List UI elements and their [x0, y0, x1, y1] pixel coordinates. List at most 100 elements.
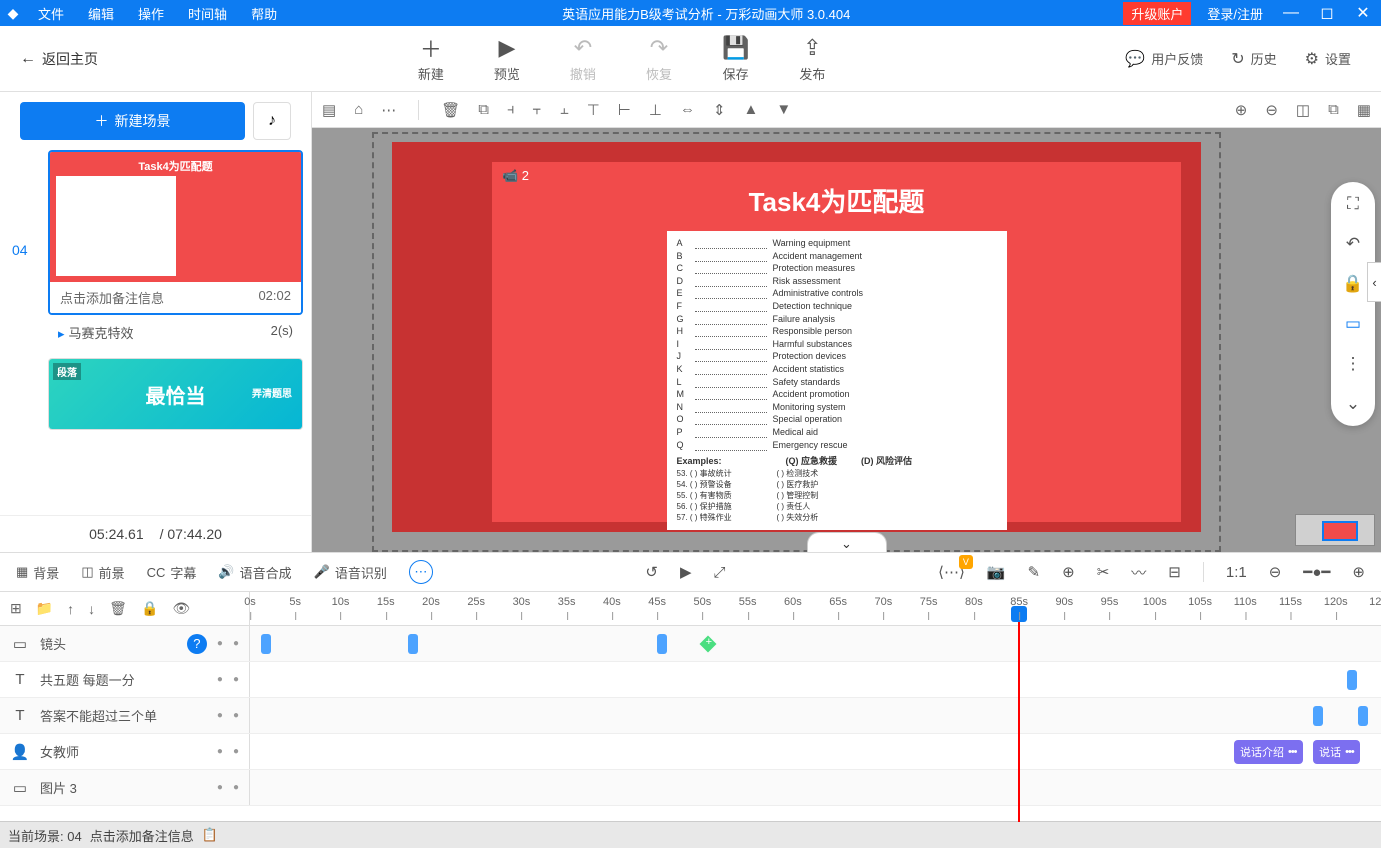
ratio-icon[interactable]: 1:1	[1226, 564, 1247, 581]
timeline-clip[interactable]	[1313, 706, 1323, 726]
scene-item[interactable]: 段落 最恰当 弄清题思	[8, 358, 303, 430]
tts-button[interactable]: 🔊语音合成	[218, 563, 291, 582]
history-button[interactable]: ↻历史	[1231, 49, 1276, 69]
track-body[interactable]	[250, 662, 1381, 697]
align-middle-icon[interactable]: ⊢	[618, 101, 631, 119]
align-center-icon[interactable]: ⫟	[533, 101, 542, 118]
track-row[interactable]: ▭镜头?●●	[0, 626, 1381, 662]
undo-icon[interactable]: ↶	[1346, 234, 1360, 254]
folder-icon[interactable]: 📁	[36, 600, 53, 617]
menu-operate[interactable]: 操作	[126, 4, 176, 23]
play-icon[interactable]: ▶	[680, 563, 692, 581]
asr-button[interactable]: 🎤语音识别	[314, 563, 387, 582]
menu-timeline[interactable]: 时间轴	[176, 4, 239, 23]
zoom-out-icon[interactable]: ⊖	[1265, 101, 1278, 119]
timeline-clip[interactable]	[657, 634, 667, 654]
align-left-icon[interactable]: ⫞	[507, 101, 515, 118]
feedback-button[interactable]: 💬用户反馈	[1125, 49, 1203, 69]
maximize-button[interactable]: ◻	[1309, 3, 1345, 23]
lock-icon[interactable]: 🔒	[1342, 274, 1363, 294]
new-button[interactable]: ＋新建	[418, 34, 444, 83]
track-row[interactable]: 👤女教师●●说话介绍•••说话•••	[0, 734, 1381, 770]
subtitle-button[interactable]: CC字幕	[147, 563, 197, 582]
track-row[interactable]: ▭图片 3●●	[0, 770, 1381, 806]
wave-icon[interactable]: 〰	[1131, 562, 1146, 583]
zoom-in-icon[interactable]: ⊕	[1352, 563, 1365, 581]
minimap[interactable]	[1295, 514, 1375, 546]
down-icon[interactable]: ↓	[88, 601, 95, 617]
new-scene-button[interactable]: ＋新建场景	[20, 102, 245, 140]
speech-clip[interactable]: 说话介绍•••	[1234, 740, 1303, 764]
scene-note-placeholder[interactable]: 点击添加备注信息	[60, 288, 164, 307]
publish-button[interactable]: ⇪发布	[799, 34, 825, 83]
upgrade-account-button[interactable]: 升级账户	[1123, 2, 1191, 25]
canvas-collapse-handle[interactable]: ⌄	[807, 532, 887, 552]
keyframe-add[interactable]	[700, 636, 717, 653]
send-back-icon[interactable]: ▼	[776, 101, 791, 118]
track-body[interactable]	[250, 770, 1381, 805]
align-right-icon[interactable]: ⫠	[560, 101, 569, 118]
dots-icon[interactable]: ⋮	[1345, 354, 1362, 374]
expand-icon[interactable]: ⤢	[714, 564, 726, 581]
fullscreen-icon[interactable]: ⛶	[1347, 194, 1359, 214]
rewind-icon[interactable]: ↺	[645, 563, 658, 581]
layers-icon[interactable]: ▤	[322, 101, 336, 119]
menu-edit[interactable]: 编辑	[76, 4, 126, 23]
marker-icon[interactable]: ⟨⋯⟩	[938, 563, 965, 581]
timeline-clip[interactable]	[1358, 706, 1368, 726]
chevron-down-icon[interactable]: ⌄	[1346, 394, 1360, 414]
stage[interactable]: 📹 2 Task4为匹配题 AWarning equipmentBAcciden…	[392, 142, 1201, 532]
trash-icon[interactable]: 🗑	[109, 600, 127, 617]
more-icon[interactable]: ⋯	[381, 101, 396, 119]
scene-item[interactable]: 04 Task4为匹配题 点击添加备注信息 02:02 ▸马赛克特效 2(s)	[8, 150, 303, 350]
zoom-in-icon[interactable]: ⊕	[1235, 101, 1248, 119]
zoom-out-icon[interactable]: ⊖	[1269, 563, 1282, 581]
fit-icon[interactable]: ◫	[1296, 101, 1310, 119]
display-icon[interactable]: ▭	[1345, 314, 1361, 334]
preview-button[interactable]: ▶预览	[494, 34, 520, 83]
canvas-area[interactable]: ▤ ⌂ ⋯ 🗑 ⧉ ⫞ ⫟ ⫠ ⊤ ⊢ ⊥ ⇔ ⇕ ▲ ▼ ⊕ ⊖ ◫ ⧉ ▦	[312, 92, 1381, 552]
distribute-v-icon[interactable]: ⇕	[713, 101, 726, 119]
redo-button[interactable]: ↷恢复	[646, 34, 672, 83]
duplicate-icon[interactable]: ⧉	[478, 101, 489, 118]
back-home-button[interactable]: ← 返回主页	[0, 49, 118, 69]
timeline-clip[interactable]	[1347, 670, 1357, 690]
save-button[interactable]: 💾保存	[722, 34, 749, 83]
undo-button[interactable]: ↶撤销	[570, 34, 596, 83]
copy-icon[interactable]: ⧉	[1328, 101, 1339, 118]
track-body[interactable]	[250, 626, 1381, 661]
split-icon[interactable]: ⊟	[1168, 563, 1181, 581]
zoom-slider[interactable]: ━●━	[1303, 563, 1330, 581]
menu-file[interactable]: 文件	[26, 4, 76, 23]
distribute-h-icon[interactable]: ⇔	[680, 101, 695, 118]
track-body[interactable]: 说话介绍••• 说话•••	[250, 734, 1381, 769]
home-icon[interactable]: ⌂	[354, 101, 363, 118]
lock-icon[interactable]: 🔒	[141, 600, 158, 617]
align-bottom-icon[interactable]: ⊥	[649, 101, 662, 119]
speech-clip[interactable]: 说话•••	[1313, 740, 1360, 764]
add-track-icon[interactable]: ⊞	[10, 600, 22, 617]
foreground-button[interactable]: ◫前景	[81, 563, 124, 582]
eye-icon[interactable]: 👁	[172, 600, 190, 617]
track-row[interactable]: T共五题 每题一分●●	[0, 662, 1381, 698]
link-icon[interactable]: ⊕	[1062, 563, 1075, 581]
settings-button[interactable]: ⚙设置	[1305, 49, 1351, 69]
time-ruler[interactable]: 0s5s10s15s20s25s30s35s40s45s50s55s60s65s…	[250, 592, 1381, 625]
edit-icon[interactable]: ✎	[1028, 563, 1041, 581]
help-icon[interactable]: ?	[187, 634, 207, 654]
menu-help[interactable]: 帮助	[239, 4, 289, 23]
minimize-button[interactable]: —	[1273, 4, 1309, 22]
track-body[interactable]	[250, 698, 1381, 733]
cut-icon[interactable]: ✂	[1097, 563, 1110, 581]
grid-icon[interactable]: ▦	[1357, 101, 1371, 119]
login-register-button[interactable]: 登录/注册	[1197, 4, 1273, 23]
bring-front-icon[interactable]: ▲	[744, 101, 759, 118]
background-button[interactable]: ▦背景	[16, 563, 59, 582]
slide-content[interactable]: 📹 2 Task4为匹配题 AWarning equipmentBAcciden…	[492, 162, 1181, 522]
music-button[interactable]: ♪	[253, 102, 291, 140]
right-panel-toggle[interactable]: ‹	[1367, 262, 1381, 302]
close-button[interactable]: ✕	[1345, 3, 1381, 23]
track-row[interactable]: T答案不能超过三个单●●	[0, 698, 1381, 734]
timeline-clip[interactable]	[408, 634, 418, 654]
more-tools-button[interactable]: ⋯	[409, 560, 433, 584]
